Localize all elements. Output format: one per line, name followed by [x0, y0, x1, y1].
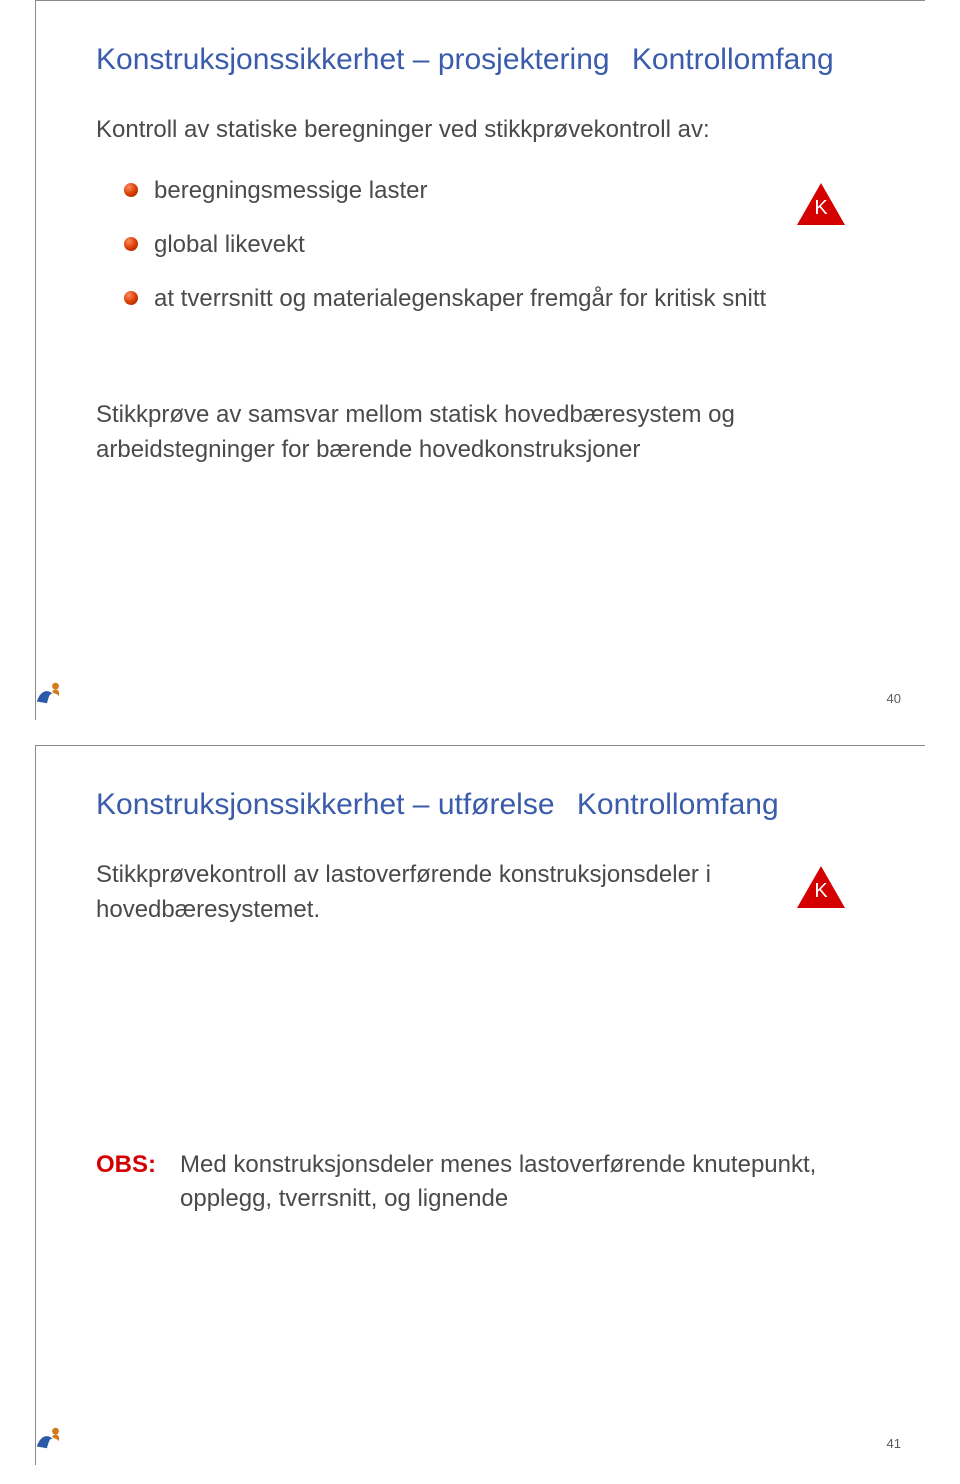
- list-item: global likevekt: [124, 229, 766, 261]
- list-item: beregningsmessige laster: [124, 175, 766, 207]
- slide2-title: Konstruksjonssikkerhet – utførelse Kontr…: [96, 788, 875, 822]
- obs-text: Med konstruksjonsdeler menes lastoverfør…: [180, 1148, 875, 1218]
- logo-icon: [30, 1421, 64, 1455]
- bullet-text: at tverrsnitt og materialegenskaper frem…: [154, 283, 766, 315]
- slide1-bullets: beregningsmessige laster global likevekt…: [124, 175, 766, 338]
- slide-2: Konstruksjonssikkerhet – utførelse Kontr…: [35, 745, 925, 1465]
- triangle-letter: K: [797, 197, 845, 220]
- obs-block: OBS: Med konstruksjonsdeler menes lastov…: [96, 1148, 875, 1218]
- slide2-body-text: Stikkprøvekontroll av lastoverførende ko…: [96, 858, 777, 928]
- logo-icon: [30, 676, 64, 710]
- triangle-letter: K: [797, 880, 845, 903]
- slide2-title-part1: Konstruksjonssikkerhet – utførelse: [96, 788, 555, 821]
- list-item: at tverrsnitt og materialegenskaper frem…: [124, 283, 766, 315]
- slide1-title-part2: Kontrollomfang: [632, 43, 834, 76]
- bullet-text: global likevekt: [154, 229, 766, 261]
- slide1-title: Konstruksjonssikkerhet – prosjektering K…: [96, 43, 875, 77]
- bullet-icon: [124, 183, 138, 197]
- slide-1: Konstruksjonssikkerhet – prosjektering K…: [35, 0, 925, 720]
- slide2-body-row: Stikkprøvekontroll av lastoverførende ko…: [96, 858, 875, 928]
- slide1-page-number: 40: [887, 691, 901, 706]
- warning-triangle-icon: K: [797, 183, 845, 225]
- slide1-bullets-row: beregningsmessige laster global likevekt…: [96, 175, 875, 348]
- obs-label: OBS:: [96, 1148, 156, 1183]
- slide2-page-number: 41: [887, 1436, 901, 1451]
- slide1-paragraph: Stikkprøve av samsvar mellom statisk hov…: [96, 398, 875, 468]
- slide1-title-part1: Konstruksjonssikkerhet – prosjektering: [96, 43, 610, 76]
- warning-triangle-icon: K: [797, 866, 845, 908]
- bullet-text: beregningsmessige laster: [154, 175, 766, 207]
- slide1-subtitle: Kontroll av statiske beregninger ved sti…: [96, 113, 875, 147]
- slide2-title-part2: Kontrollomfang: [577, 788, 779, 821]
- bullet-icon: [124, 291, 138, 305]
- bullet-icon: [124, 237, 138, 251]
